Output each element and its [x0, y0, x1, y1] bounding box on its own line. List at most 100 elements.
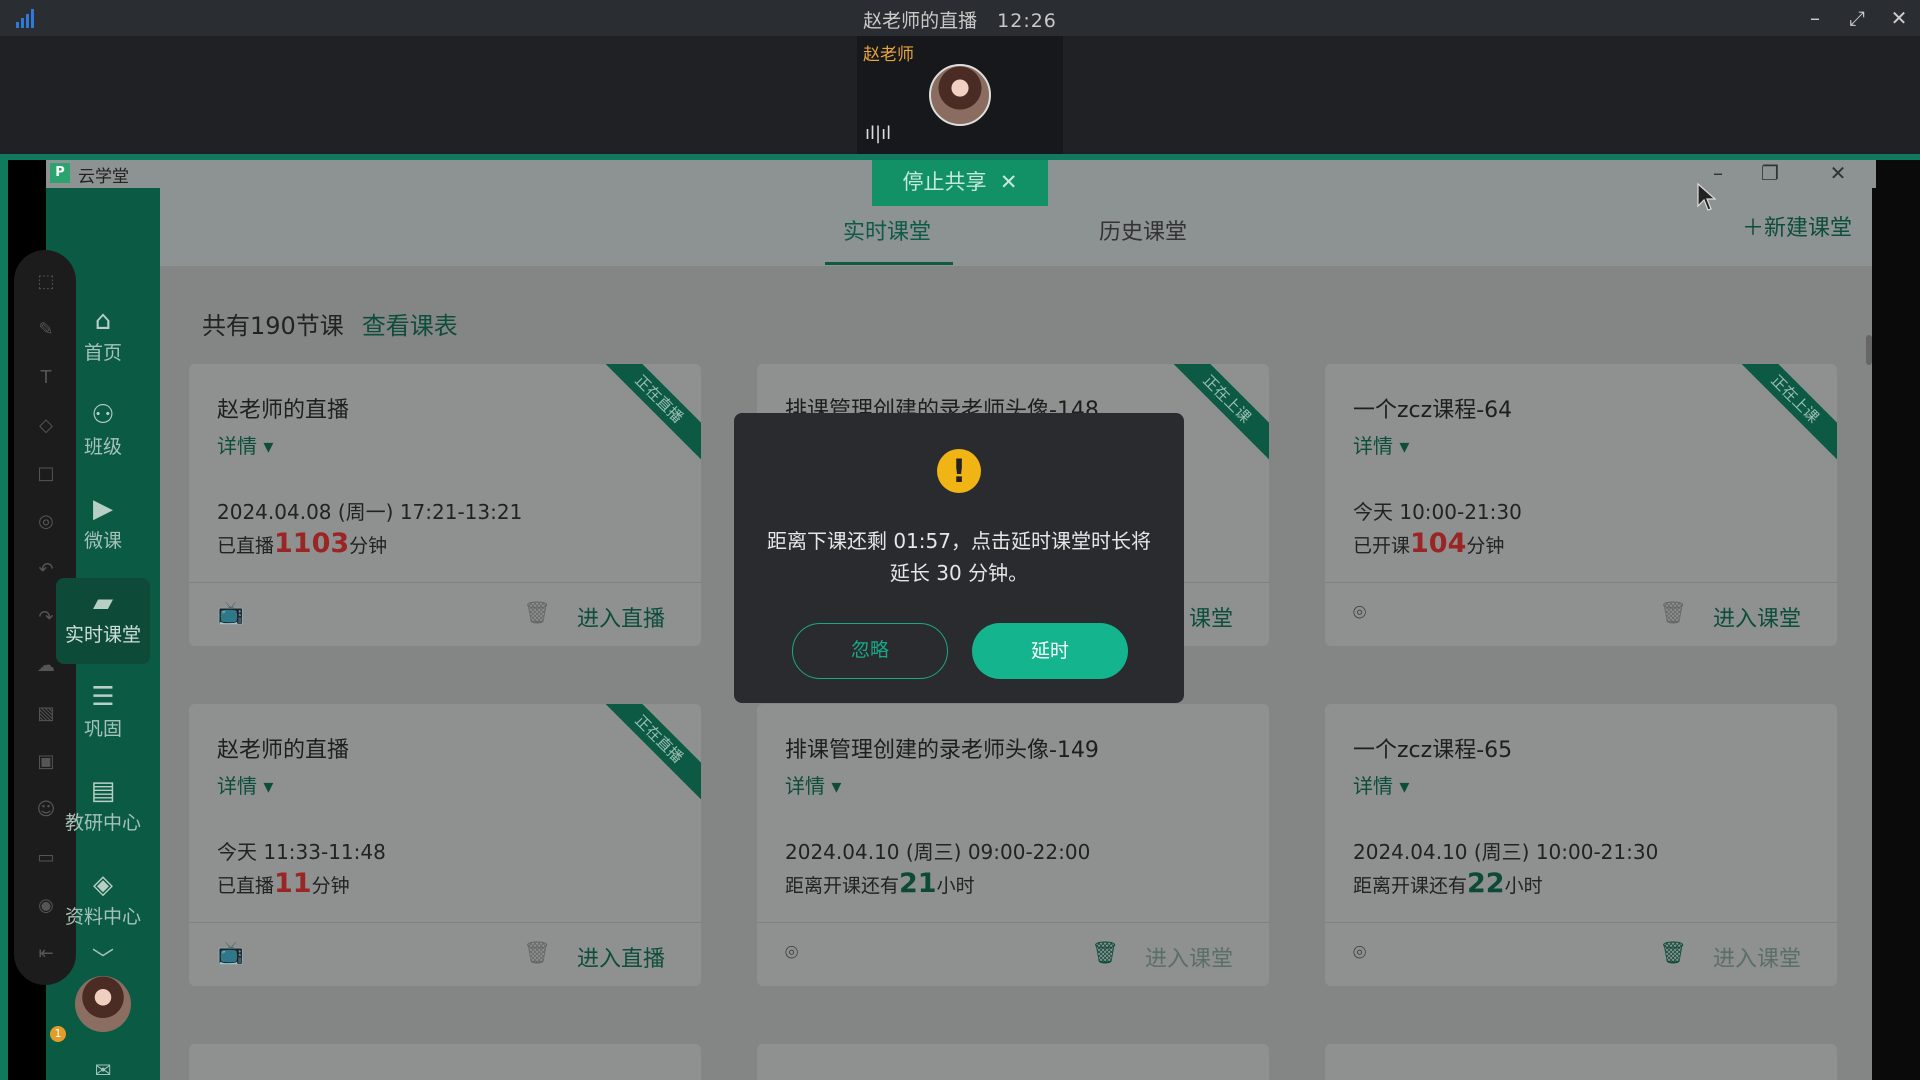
text-tool-icon[interactable]: T	[34, 366, 58, 390]
caret-down-icon: ▾	[831, 774, 842, 798]
card-title: 赵老师的直播	[217, 398, 350, 423]
enter-live-button[interactable]: 进入直播	[577, 601, 665, 633]
warning-icon: !	[937, 449, 981, 493]
exit-icon[interactable]: ⇤	[34, 942, 58, 966]
record-icon[interactable]: ◉	[34, 894, 58, 918]
enter-class-button[interactable]: 课堂	[1189, 601, 1233, 633]
status-ribbon: 正在直播	[593, 364, 701, 465]
toolbox-icon[interactable]: ▣	[34, 750, 58, 774]
class-card[interactable]: 排课管理创建的录老师头像-149 详情 ▾ 2024.04.10 (周三) 09…	[757, 704, 1269, 986]
class-card[interactable]	[189, 1044, 701, 1080]
ignore-button[interactable]: 忽略	[792, 623, 948, 679]
shape-tool-icon[interactable]: □	[34, 462, 58, 486]
card-footer: ⌾ 🗑 进入课堂	[757, 922, 1269, 986]
tv-icon: 📺	[217, 941, 245, 966]
stat-number: 11	[274, 868, 312, 899]
enter-live-button[interactable]: 进入直播	[577, 941, 665, 973]
user-avatar[interactable]	[75, 976, 131, 1032]
sidebar-item-label: 班级	[83, 436, 122, 458]
card-detail-toggle[interactable]: 详情 ▾	[217, 770, 273, 799]
card-detail-toggle[interactable]: 详情 ▾	[1353, 770, 1409, 799]
detail-label: 详情	[1353, 434, 1393, 458]
delete-icon[interactable]: 🗑	[523, 601, 551, 626]
stat-suffix: 分钟	[1466, 535, 1505, 557]
delete-icon[interactable]: 🗑	[523, 941, 551, 966]
fullscreen-icon[interactable]: ⤢	[1842, 4, 1872, 32]
class-card[interactable]: 一个zcz课程-64 详情 ▾ 今天 10:00-21:30 已开课104分钟 …	[1325, 364, 1837, 646]
new-class-button[interactable]: ＋新建课堂	[1742, 210, 1852, 242]
status-ribbon: 正在直播	[593, 704, 701, 805]
mail-icon[interactable]: ✉	[56, 1058, 150, 1080]
plus-icon: ＋	[1741, 216, 1764, 241]
meeting-time: 12:26	[997, 10, 1057, 32]
app-name: 云学堂	[78, 167, 129, 187]
class-card[interactable]	[1325, 1044, 1837, 1080]
detail-label: 详情	[785, 774, 825, 798]
live-class-icon: ▰	[93, 588, 113, 618]
home-icon: ⌂	[94, 306, 112, 336]
close-icon[interactable]: ✕	[1884, 4, 1914, 32]
card-stat: 距离开课还有21小时	[785, 868, 975, 899]
status-ribbon: 正在上课	[1729, 364, 1837, 465]
sidebar-expand-icon[interactable]: ﹀	[56, 942, 150, 974]
dialog-message: 距离下课还剩 01:57，点击延时课堂时长将延长 30 分钟。	[767, 529, 1151, 585]
participant-tile[interactable]: 赵老师 ıl|ıl	[857, 36, 1063, 154]
delete-icon[interactable]: 🗑	[1659, 941, 1687, 966]
laser-tool-icon[interactable]: ◎	[34, 510, 58, 534]
chat-icon[interactable]: ▭	[34, 846, 58, 870]
class-card[interactable]	[757, 1044, 1269, 1080]
stat-prefix: 已直播	[217, 535, 275, 557]
stat-suffix: 小时	[1504, 875, 1543, 897]
sidebar-item-label: 实时课堂	[64, 624, 141, 646]
redo-icon[interactable]: ↷	[34, 606, 58, 630]
image-icon[interactable]: ▧	[34, 702, 58, 726]
enter-class-button[interactable]: 进入课堂	[1713, 601, 1801, 633]
class-card[interactable]: 赵老师的直播 详情 ▾ 今天 11:33-11:48 已直播11分钟 正在直播 …	[189, 704, 701, 986]
stat-number: 104	[1410, 528, 1467, 559]
sidebar-item-home[interactable]: ⌂ 首页	[56, 304, 150, 365]
class-card[interactable]: 赵老师的直播 详情 ▾ 2024.04.08 (周一) 17:21-13:21 …	[189, 364, 701, 646]
location-icon: ⌾	[785, 941, 799, 966]
sidebar-item-review[interactable]: ☰ 巩固	[56, 680, 150, 741]
card-detail-toggle[interactable]: 详情 ▾	[785, 770, 841, 799]
class-card[interactable]: 一个zcz课程-65 详情 ▾ 2024.04.10 (周三) 10:00-21…	[1325, 704, 1837, 986]
card-stat: 已开课104分钟	[1353, 528, 1504, 559]
eraser-tool-icon[interactable]: ◇	[34, 414, 58, 438]
view-schedule-link[interactable]: 查看课表	[362, 312, 458, 340]
app-close-icon[interactable]: ✕	[1808, 160, 1868, 188]
user-icon[interactable]: ☺	[34, 798, 58, 822]
meeting-title: 赵老师的直播 12:26	[0, 6, 1920, 33]
minimize-icon[interactable]: –	[1800, 4, 1830, 32]
sidebar-item-research[interactable]: ▤ 教研中心	[56, 774, 150, 835]
sidebar-item-label: 巩固	[83, 718, 122, 740]
detail-label: 详情	[217, 434, 257, 458]
sidebar-item-microclass[interactable]: ▶ 微课	[56, 492, 150, 553]
scrollbar[interactable]	[1866, 335, 1872, 365]
delete-icon[interactable]: 🗑	[1659, 601, 1687, 626]
card-title: 一个zcz课程-65	[1353, 738, 1513, 763]
sidebar-item-class[interactable]: ⚇ 班级	[56, 398, 150, 459]
delete-icon[interactable]: 🗑	[1091, 941, 1119, 966]
pen-tool-icon[interactable]: ✎	[34, 318, 58, 342]
sidebar-item-live-class[interactable]: ▰ 实时课堂	[56, 578, 150, 664]
stat-prefix: 距离开课还有	[1353, 875, 1468, 897]
enter-class-button[interactable]: 进入课堂	[1713, 941, 1801, 973]
undo-icon[interactable]: ↶	[34, 558, 58, 582]
select-tool-icon[interactable]: ⬚	[34, 270, 58, 294]
stop-share-button[interactable]: 停止共享 ✕	[872, 160, 1048, 206]
enter-class-button[interactable]: 进入课堂	[1145, 941, 1233, 973]
sidebar-item-label: 微课	[83, 530, 122, 552]
tab-history-class[interactable]: 历史课堂	[1099, 214, 1187, 246]
card-time: 2024.04.10 (周三) 10:00-21:30	[1353, 840, 1659, 864]
extend-button[interactable]: 延时	[972, 623, 1128, 679]
card-time: 2024.04.10 (周三) 09:00-22:00	[785, 840, 1091, 864]
card-detail-toggle[interactable]: 详情 ▾	[1353, 430, 1409, 459]
card-detail-toggle[interactable]: 详情 ▾	[217, 430, 273, 459]
cloud-icon[interactable]: ☁	[34, 654, 58, 678]
sidebar-item-materials[interactable]: ◈ 资料中心	[56, 868, 150, 929]
app-logo-icon: P	[50, 163, 70, 183]
card-footer: 📺 🗑 进入直播	[189, 582, 701, 646]
tab-live-class[interactable]: 实时课堂	[843, 214, 931, 246]
mouse-cursor-icon	[1697, 182, 1717, 211]
app-restore-icon[interactable]: ❐	[1740, 160, 1800, 188]
